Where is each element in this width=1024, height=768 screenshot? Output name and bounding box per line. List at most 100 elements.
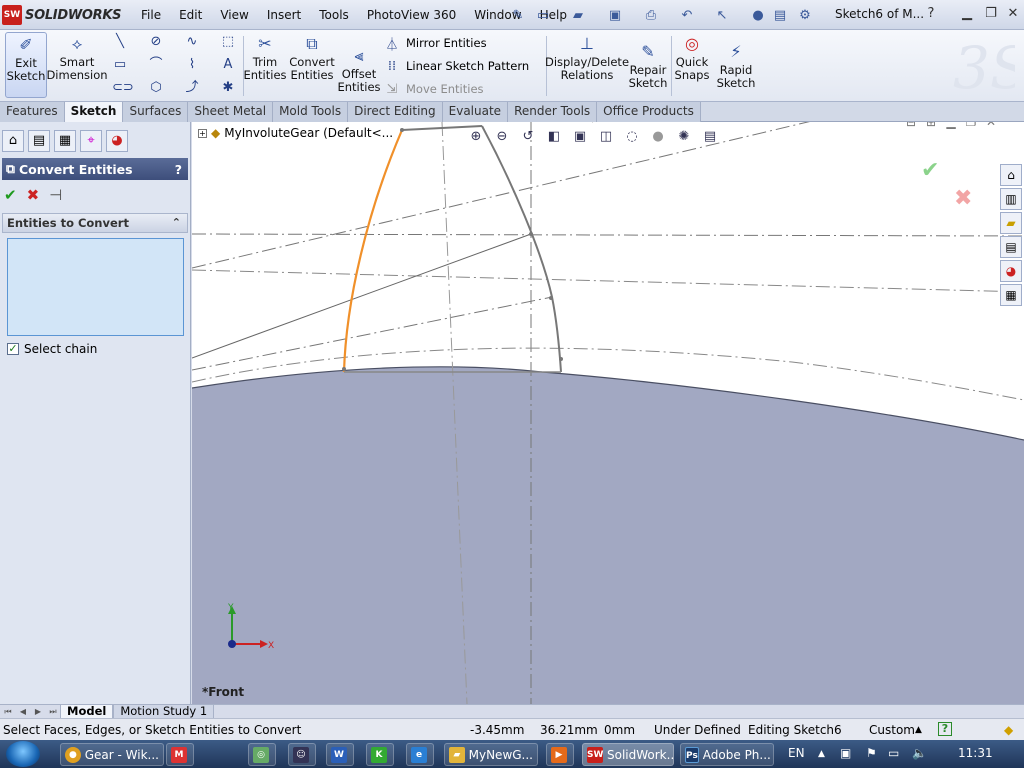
taskbar-folder[interactable]: ▰ MyNewG...: [444, 743, 538, 766]
line-icon[interactable]: ╲: [112, 34, 128, 50]
design-library-icon[interactable]: ▥: [1000, 188, 1022, 210]
rectangle-icon[interactable]: ▭: [112, 57, 128, 73]
taskbar-word[interactable]: W: [326, 743, 354, 766]
save-icon[interactable]: ▣: [605, 5, 625, 25]
view-settings-icon[interactable]: ▤: [701, 128, 719, 146]
confirm-corner-cancel-icon[interactable]: ✖: [954, 186, 978, 211]
undo-icon[interactable]: ↶: [677, 5, 697, 25]
unit-dropdown-icon[interactable]: ▲: [915, 725, 922, 735]
help-icon[interactable]: ?: [175, 162, 182, 177]
linear-sketch-pattern-button[interactable]: ⁞⁞ Linear Sketch Pattern: [384, 56, 529, 76]
display-style-icon[interactable]: ◫: [597, 128, 615, 146]
taskbar-app-3[interactable]: ☺: [288, 743, 316, 766]
tray-app-icon[interactable]: ▣: [840, 746, 851, 760]
property-manager-icon[interactable]: ▤: [28, 130, 50, 152]
taskbar-app-5[interactable]: K: [366, 743, 394, 766]
volume-icon[interactable]: 🔈: [912, 746, 927, 760]
rebuild-icon[interactable]: ●: [748, 5, 768, 25]
tag-icon[interactable]: ◆: [1004, 723, 1013, 737]
spline-icon[interactable]: ∿: [184, 34, 200, 50]
tab-motion-study[interactable]: Motion Study 1: [113, 704, 215, 719]
mirror-entities-button[interactable]: ⏃ Mirror Entities: [384, 33, 486, 53]
pin-icon[interactable]: ✎: [508, 5, 528, 25]
sketch-canvas[interactable]: [192, 122, 1024, 704]
fillet-icon[interactable]: ⌇: [184, 57, 200, 73]
menu-view[interactable]: View: [211, 8, 257, 22]
sketch-point[interactable]: [342, 367, 346, 371]
construction-geometry-icon[interactable]: ⬚: [220, 34, 236, 50]
taskbar-solidworks[interactable]: SW SolidWork...: [582, 743, 674, 766]
new-document-icon[interactable]: ▭: [533, 5, 553, 25]
hide-show-items-icon[interactable]: ◌: [623, 128, 641, 146]
taskbar-ie[interactable]: e: [406, 743, 434, 766]
sketch-point[interactable]: [400, 128, 404, 132]
menu-tools[interactable]: Tools: [310, 8, 358, 22]
zoom-to-fit-icon[interactable]: ⊕: [467, 128, 485, 146]
file-explorer-icon[interactable]: ▰: [1000, 212, 1022, 234]
entities-selection-box[interactable]: [7, 238, 184, 336]
view-orientation-icon[interactable]: ▣: [571, 128, 589, 146]
appearances-icon[interactable]: ◕: [1000, 260, 1022, 282]
taskbar-app-2[interactable]: ◎: [248, 743, 276, 766]
viewport-tile-icon[interactable]: ⊟: [904, 122, 918, 129]
confirm-corner-ok-icon[interactable]: ✔: [921, 158, 945, 183]
resources-home-icon[interactable]: ⌂: [1000, 164, 1022, 186]
select-chain-option[interactable]: ✓ Select chain: [7, 342, 97, 356]
sketch-point[interactable]: [529, 232, 533, 236]
close-window-button[interactable]: ✕: [1004, 6, 1022, 22]
open-folder-icon[interactable]: ▰: [568, 5, 588, 25]
show-hidden-icons-icon[interactable]: ▲: [818, 749, 825, 759]
tab-render-tools[interactable]: Render Tools: [508, 102, 598, 122]
restore-window-button[interactable]: ❐: [982, 6, 1000, 22]
help-icon[interactable]: ?: [922, 6, 940, 22]
zoom-to-area-icon[interactable]: ⊖: [493, 128, 511, 146]
tab-surfaces[interactable]: Surfaces: [123, 102, 189, 122]
start-button[interactable]: [6, 741, 40, 767]
menu-file[interactable]: File: [132, 8, 170, 22]
tab-model[interactable]: Model: [60, 704, 114, 719]
feature-tree-flyout[interactable]: + ◆ MyInvoluteGear (Default<...: [198, 126, 393, 140]
unit-system-selector[interactable]: Custom: [869, 723, 915, 737]
options-icon[interactable]: ⚙: [795, 5, 815, 25]
previous-view-icon[interactable]: ↺: [519, 128, 537, 146]
sketch-point[interactable]: [559, 357, 563, 361]
viewport-split-icon[interactable]: ⊞: [924, 122, 938, 129]
tab-mold-tools[interactable]: Mold Tools: [273, 102, 349, 122]
taskbar-gmail[interactable]: M: [166, 743, 194, 766]
ok-check-icon[interactable]: ✔: [4, 186, 17, 204]
print-icon[interactable]: ⎙: [641, 5, 661, 25]
tab-office-products[interactable]: Office Products: [597, 102, 701, 122]
file-properties-icon[interactable]: ▤: [770, 5, 790, 25]
tree-expand-icon[interactable]: +: [198, 128, 207, 138]
point-icon[interactable]: ✱: [220, 80, 236, 96]
action-center-flag-icon[interactable]: ⚑: [866, 746, 877, 760]
view-palette-icon[interactable]: ▤: [1000, 236, 1022, 258]
tab-evaluate[interactable]: Evaluate: [442, 102, 509, 122]
language-indicator[interactable]: EN: [788, 746, 805, 760]
sketch-point[interactable]: [549, 296, 553, 300]
section-view-icon[interactable]: ◧: [545, 128, 563, 146]
viewport-minimize-icon[interactable]: ▁: [944, 122, 958, 129]
clock[interactable]: 11:31: [958, 746, 993, 760]
dimxpert-manager-icon[interactable]: ⌖: [80, 130, 102, 152]
involute-curve-right[interactable]: [481, 125, 562, 373]
viewport-restore-icon[interactable]: ❐: [964, 122, 978, 129]
cancel-x-icon[interactable]: ✖: [27, 186, 40, 204]
graphics-area[interactable]: + ◆ MyInvoluteGear (Default<... ⊕ ⊖ ↺ ◧ …: [192, 122, 1024, 704]
feature-manager-icon[interactable]: ⌂: [2, 130, 24, 152]
quick-tips-icon[interactable]: ?: [938, 722, 952, 736]
taskbar-chrome-gear[interactable]: ● Gear - Wik...: [60, 743, 164, 766]
network-icon[interactable]: ▭: [888, 746, 899, 760]
slot-icon[interactable]: ⊂⊃: [112, 80, 134, 96]
display-manager-icon[interactable]: ◕: [106, 130, 128, 152]
entities-to-convert-group[interactable]: Entities to Convert ⌃: [2, 213, 188, 233]
apply-scene-icon[interactable]: ✺: [675, 128, 693, 146]
convert-entities-button[interactable]: ⧉ Convert Entities: [288, 32, 336, 98]
move-entities-button[interactable]: ⇲ Move Entities: [384, 79, 484, 99]
tab-sheet-metal[interactable]: Sheet Metal: [188, 102, 274, 122]
exit-sketch-button[interactable]: ✐ Exit Sketch: [5, 32, 47, 98]
viewport-close-icon[interactable]: ✕: [984, 122, 998, 129]
edit-appearance-icon[interactable]: ●: [649, 128, 667, 146]
previous-tab-icon[interactable]: ◀: [16, 706, 30, 718]
involute-curve-selected[interactable]: [342, 129, 404, 373]
